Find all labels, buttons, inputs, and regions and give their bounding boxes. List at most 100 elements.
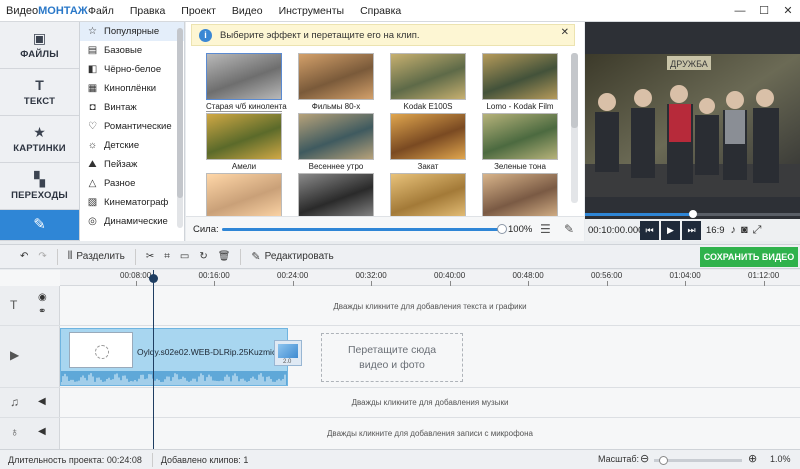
- category-bw[interactable]: ◧ Чёрно-белое: [80, 60, 184, 79]
- player-controls: 00:10:00.000 ⏮ ▶ ⏭ 16:9 ♪ ◙ ⤢: [585, 219, 800, 241]
- split-button[interactable]: ⫴ Разделить: [68, 250, 125, 263]
- category-misc[interactable]: △ Разное: [80, 174, 184, 193]
- category-popular[interactable]: ☆ Популярные: [80, 22, 184, 41]
- video-camera-icon: ▶: [10, 348, 20, 362]
- skip-forward-icon[interactable]: ⏭: [682, 220, 701, 240]
- snapshot-icon[interactable]: ◙: [741, 224, 748, 236]
- sidebar-tab-effects[interactable]: ✎: [0, 210, 79, 241]
- project-duration: 00:24:08: [106, 454, 142, 465]
- menu-help[interactable]: Справка: [352, 5, 409, 17]
- transition-icon[interactable]: 2.0: [274, 340, 302, 366]
- ruler-tick-label: 00:24:00: [277, 271, 309, 286]
- category-film[interactable]: ▦ Киноплёнки: [80, 79, 184, 98]
- zoom-slider[interactable]: [654, 456, 742, 465]
- link-icon[interactable]: ⚭: [38, 306, 46, 317]
- effect-preview-image: [482, 113, 558, 160]
- effects-scrollbar[interactable]: [571, 53, 578, 203]
- volume-icon[interactable]: ♪: [731, 224, 737, 236]
- undo-icon[interactable]: ↶: [20, 251, 28, 262]
- category-scrollbar[interactable]: [177, 28, 183, 228]
- rotate-icon[interactable]: ↻: [199, 251, 207, 262]
- effect-thumbnail[interactable]: Зеленые тона: [474, 113, 558, 176]
- microphone-icon: ♁: [10, 425, 19, 439]
- star-outline-icon: ☆: [88, 26, 97, 37]
- maximize-icon[interactable]: ☐: [752, 0, 776, 22]
- playback-progress[interactable]: [585, 210, 800, 218]
- speaker-icon[interactable]: ◀: [38, 396, 46, 407]
- video-frame[interactable]: ДРУЖБА: [585, 54, 800, 197]
- effect-preview-image: [298, 173, 374, 220]
- zoom-in-icon[interactable]: ⊕: [748, 452, 757, 465]
- menu-edit[interactable]: Правка: [122, 5, 173, 17]
- cut-icon[interactable]: ✂: [146, 251, 154, 262]
- sidebar-tab-files[interactable]: ▣ ФАЙЛЫ: [0, 22, 79, 69]
- effect-label: Старая ч/б кинолента: [206, 102, 287, 112]
- zoom-out-icon[interactable]: ⊖: [640, 452, 649, 465]
- category-kids[interactable]: ☼ Детские: [80, 136, 184, 155]
- ruler-tick-label: 00:48:00: [512, 271, 544, 286]
- menu-video[interactable]: Видео: [224, 5, 271, 17]
- play-icon[interactable]: ▶: [661, 220, 680, 240]
- effect-thumbnail[interactable]: Амели: [198, 113, 290, 176]
- effect-thumbnail[interactable]: Весеннее утро: [290, 113, 382, 176]
- ruler-tick-label: 00:56:00: [591, 271, 623, 286]
- category-vintage[interactable]: ◘ Винтаж: [80, 98, 184, 117]
- effect-thumbnail[interactable]: Закат: [382, 113, 474, 176]
- music-track-hint[interactable]: Дважды кликните для добавления музыки: [60, 398, 800, 407]
- effect-thumbnail[interactable]: Kodak E100S: [382, 53, 474, 116]
- sidebar-tab-pictures[interactable]: ★ КАРТИНКИ: [0, 116, 79, 163]
- progress-handle[interactable]: [688, 210, 697, 218]
- status-bar: Длительность проекта: 00:24:08 Добавлено…: [0, 449, 800, 469]
- equalizer-icon[interactable]: ☰: [540, 222, 551, 236]
- effect-thumbnail[interactable]: Фильмы 80-х: [290, 53, 382, 116]
- star-icon: ★: [33, 123, 46, 140]
- playhead[interactable]: [153, 270, 154, 449]
- close-icon[interactable]: ✕: [561, 27, 569, 38]
- delete-icon[interactable]: 🗑: [218, 251, 231, 262]
- frame-icon[interactable]: ▭: [180, 251, 189, 262]
- category-romantic[interactable]: ♡ Романтические: [80, 117, 184, 136]
- category-dynamic[interactable]: ◎ Динамические: [80, 212, 184, 231]
- eye-icon[interactable]: ◉: [38, 292, 47, 303]
- fullscreen-icon[interactable]: ⤢: [753, 224, 762, 237]
- menu-project[interactable]: Проект: [173, 5, 224, 17]
- app-title: ВидеоМОНТАЖ: [6, 4, 88, 17]
- edit-button[interactable]: ✎ Редактировать: [251, 250, 333, 263]
- category-basic[interactable]: ▤ Базовые: [80, 41, 184, 60]
- speaker-icon[interactable]: ◀: [38, 426, 46, 437]
- redo-icon[interactable]: ↷: [38, 251, 46, 262]
- effect-label: Закат: [417, 162, 439, 171]
- mic-track-hint[interactable]: Дважды кликните для добавления записи с …: [60, 429, 800, 438]
- strength-slider[interactable]: [222, 224, 507, 234]
- brush-icon[interactable]: ✎: [564, 222, 574, 236]
- minimize-icon[interactable]: —: [728, 0, 752, 22]
- effect-label: Зеленые тона: [494, 162, 546, 171]
- sign-text: ДРУЖБА: [670, 59, 708, 69]
- video-clip[interactable]: Oyldy.s02e02.WEB-DLRip.25Kuzmich.avi: [60, 328, 288, 386]
- sun-icon: ☼: [87, 140, 98, 151]
- effect-thumbnail[interactable]: Старая ч/б кинолента: [198, 53, 290, 116]
- menu-tools[interactable]: Инструменты: [271, 5, 352, 17]
- effect-thumbnail[interactable]: Lomo - Kodak Film: [474, 53, 558, 116]
- crop-icon[interactable]: ⌗: [164, 251, 170, 262]
- ruler-tick-label: 00:08:00: [120, 271, 152, 286]
- zoom-slider-handle[interactable]: [658, 456, 668, 465]
- timeline-ruler[interactable]: 00:08:00 00:16:00 00:24:00 00:32:00 00:40:00…: [60, 270, 800, 286]
- save-video-button[interactable]: СОХРАНИТЬ ВИДЕО: [700, 247, 798, 267]
- strength-slider-handle[interactable]: [497, 224, 507, 234]
- text-track-hint[interactable]: Дважды кликните для добавления текста и …: [60, 302, 800, 311]
- text-track: T ◉ ⚭ Дважды кликните для добавления тек…: [0, 286, 800, 326]
- menu-file[interactable]: Файл: [80, 5, 122, 17]
- sidebar-tab-text[interactable]: T ТЕКСТ: [0, 69, 79, 116]
- skip-back-icon[interactable]: ⏮: [640, 220, 659, 240]
- category-cinema[interactable]: ▧ Кинематограф: [80, 193, 184, 212]
- category-landscape[interactable]: ⛰ Пейзаж: [80, 155, 184, 174]
- title-bar: ВидеоМОНТАЖ Файл Правка Проект Видео Инс…: [0, 0, 800, 22]
- close-icon[interactable]: ✕: [776, 0, 800, 22]
- clip-waveform: [60, 371, 287, 385]
- info-icon: i: [199, 28, 212, 42]
- aspect-ratio-select[interactable]: 16:9: [706, 225, 725, 236]
- drop-zone[interactable]: Перетащите сюда видео и фото: [321, 333, 463, 382]
- sidebar-tab-transitions[interactable]: ▚ ПЕРЕХОДЫ: [0, 163, 79, 210]
- playhead-handle[interactable]: [149, 274, 158, 283]
